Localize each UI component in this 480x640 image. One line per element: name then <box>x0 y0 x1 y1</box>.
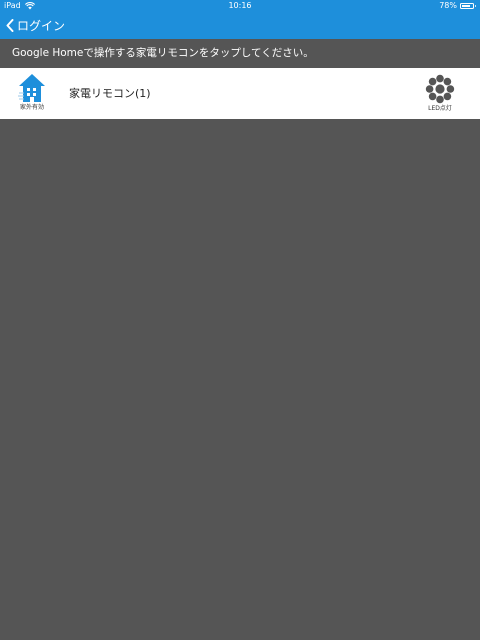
led-label: LED点灯 <box>428 105 452 112</box>
status-right: 78% <box>439 0 476 12</box>
status-bar: iPad 10:16 78% <box>0 0 480 12</box>
clock: 10:16 <box>228 1 252 10</box>
battery-icon <box>460 3 476 9</box>
back-label: ログイン <box>17 19 66 33</box>
led-icon <box>425 74 455 104</box>
back-button[interactable]: ログイン <box>6 12 65 39</box>
home-status: 家外有効 <box>14 73 50 117</box>
remote-name: 家電リモコン(1) <box>69 87 151 100</box>
remote-list-item[interactable]: 家外有効 家電リモコン(1) LED点灯 <box>0 68 480 119</box>
house-icon <box>18 74 45 102</box>
led-status: LED点灯 <box>420 74 460 113</box>
battery-percent: 78% <box>439 1 457 10</box>
navigation-bar: ログイン <box>0 12 480 39</box>
chevron-left-icon <box>6 19 14 32</box>
battery-fill <box>462 5 470 7</box>
home-status-label: 家外有効 <box>19 104 44 111</box>
instruction-text: Google Homeで操作する家電リモコンをタップしてください。 <box>0 39 480 67</box>
empty-content-area <box>0 119 480 640</box>
